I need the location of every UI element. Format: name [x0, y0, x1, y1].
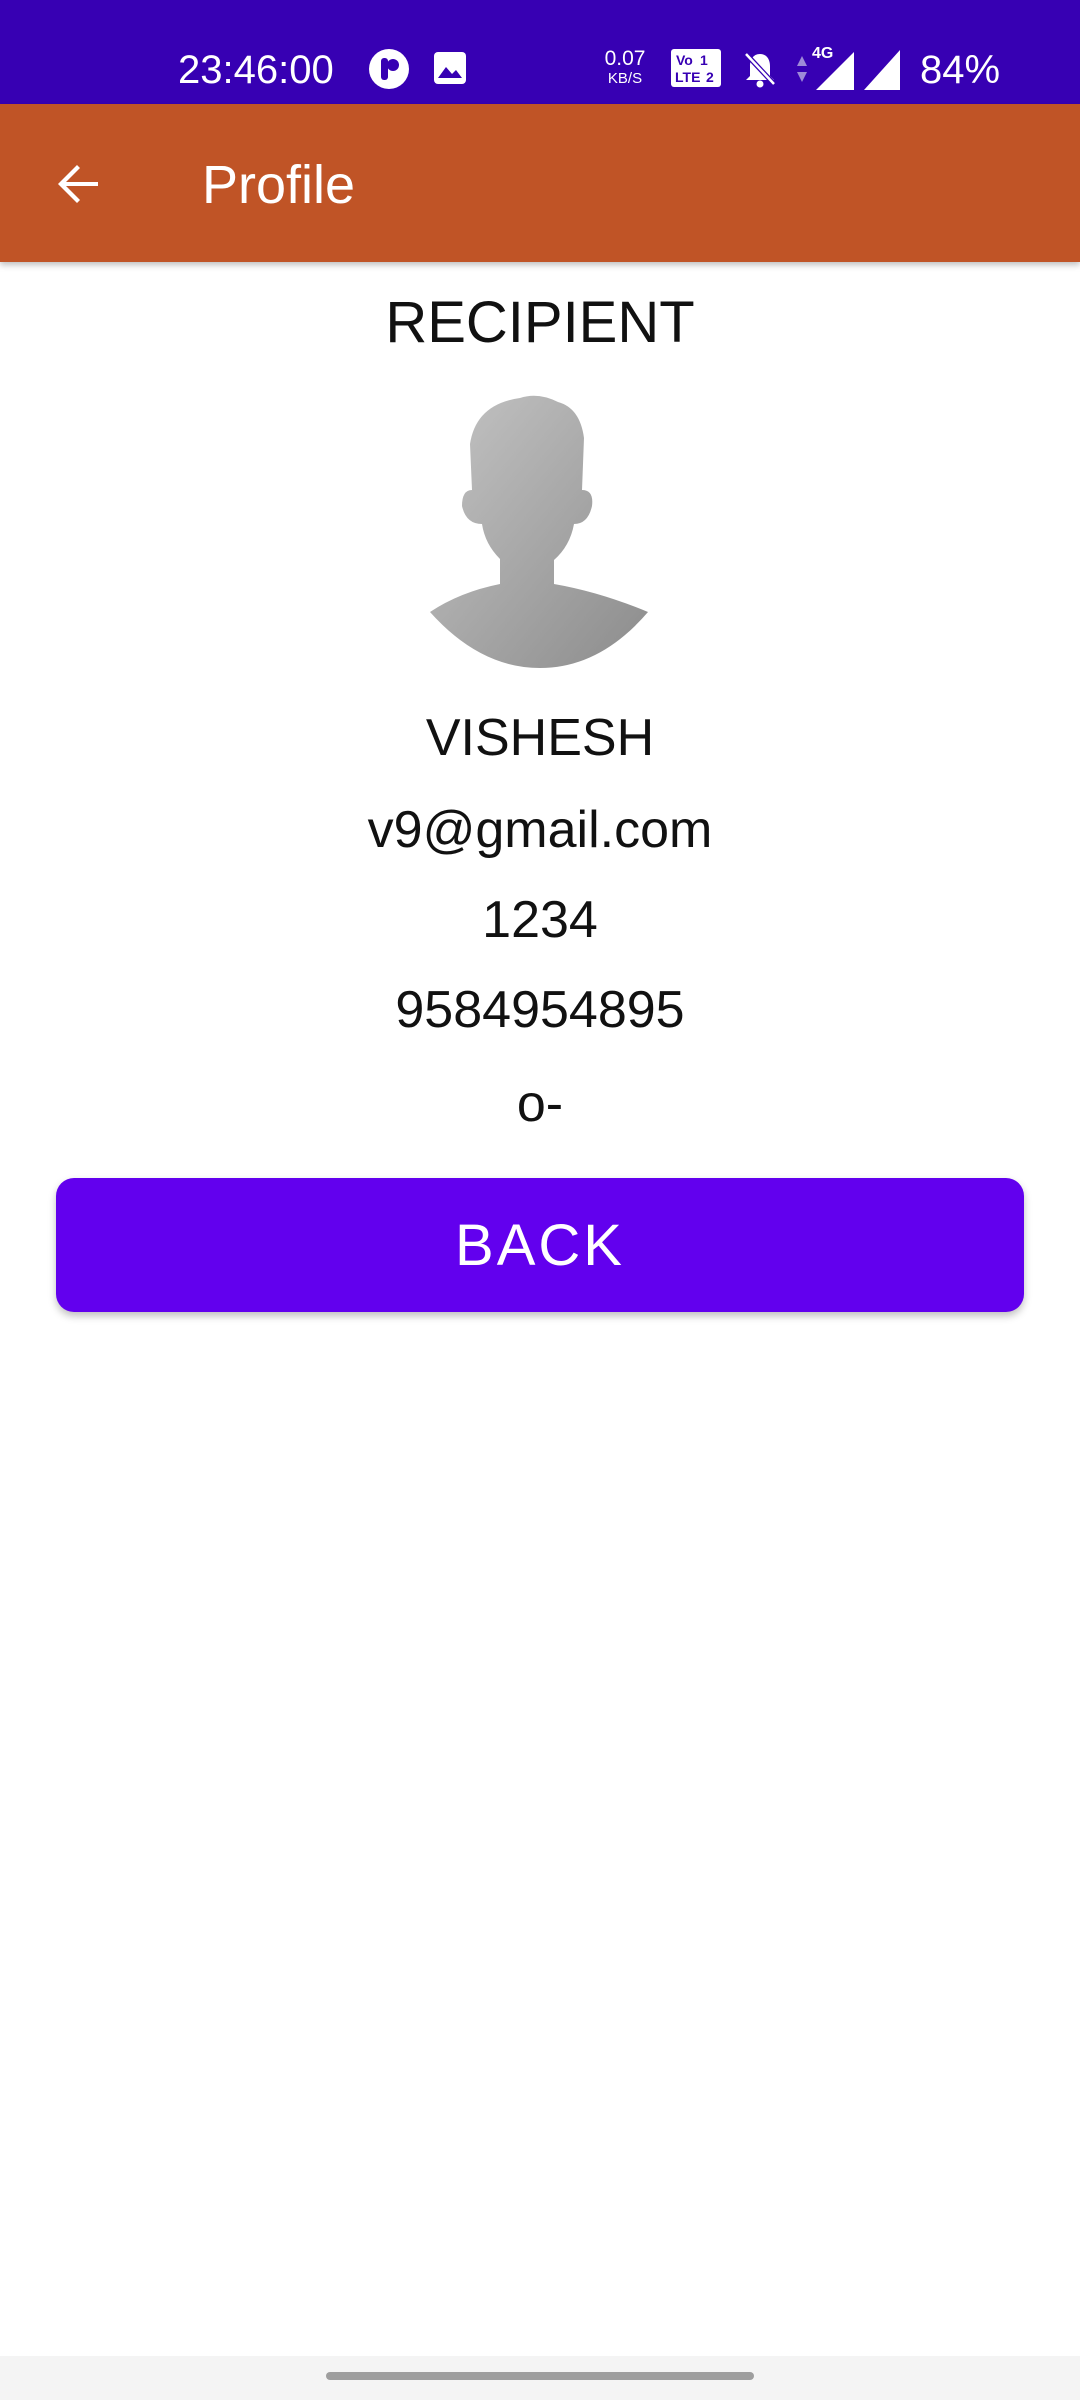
image-icon — [434, 52, 466, 84]
network-speed: 0.07 KB/S — [598, 48, 652, 86]
network-speed-value: 0.07 — [604, 47, 646, 70]
role-label: RECIPIENT — [385, 290, 695, 355]
navigation-bar — [0, 2356, 1080, 2400]
app-notification-icon — [369, 49, 409, 89]
network-type-label: 4G — [812, 45, 833, 62]
status-time: 23:46:00 — [178, 48, 334, 92]
recipient-email: v9@gmail.com — [367, 801, 713, 859]
svg-text:1: 1 — [700, 52, 708, 68]
svg-text:2: 2 — [706, 69, 714, 85]
signal-icon — [864, 50, 900, 90]
app-bar: Profile — [0, 104, 1080, 262]
recipient-blood-group: o- — [516, 1075, 564, 1133]
home-gesture-handle[interactable] — [326, 2372, 754, 2380]
recipient-password: 1234 — [482, 891, 598, 949]
network-speed-unit: KB/S — [607, 70, 643, 87]
data-arrows-icon — [797, 56, 807, 82]
volte-icon: Vo 1 LTE 2 — [671, 49, 721, 87]
page-title: Profile — [202, 155, 356, 215]
person-silhouette-icon — [430, 395, 648, 668]
arrow-back-icon[interactable] — [54, 160, 102, 208]
recipient-phone: 9584954895 — [395, 981, 685, 1039]
svg-text:LTE: LTE — [675, 69, 700, 85]
status-bar: 23:46:00 0.07 KB/S Vo 1 LTE 2 4G 84% — [0, 0, 1080, 104]
mute-bell-icon — [744, 52, 776, 88]
back-button[interactable]: BACK — [56, 1178, 1024, 1312]
svg-text:Vo: Vo — [676, 52, 693, 68]
battery-level: 84% — [920, 48, 1001, 92]
recipient-name: VISHESH — [425, 709, 655, 767]
signal-4g-icon: 4G — [812, 45, 854, 90]
